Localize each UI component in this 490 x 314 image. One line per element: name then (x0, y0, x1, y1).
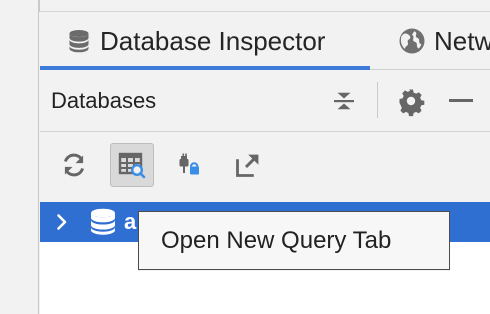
databases-panel-header: Databases (40, 70, 490, 132)
minimize-button[interactable] (444, 78, 478, 124)
tab-database-inspector[interactable]: Database Inspector (40, 12, 370, 70)
collapse-icon (332, 88, 356, 114)
top-bar-strip (39, 0, 490, 12)
tab-label: Database Inspector (100, 25, 326, 56)
database-toolbar (40, 132, 490, 202)
query-table-icon (117, 150, 147, 180)
database-icon (66, 28, 92, 54)
minimize-icon (448, 97, 474, 105)
database-inspector-window: Database Inspector Netw Databases a Open… (0, 0, 490, 314)
panel-title: Databases (51, 88, 157, 113)
database-name: a (124, 209, 137, 234)
keep-database-connections-open-button[interactable] (168, 143, 212, 187)
chevron-right-icon[interactable] (56, 213, 68, 231)
export-icon (234, 151, 262, 179)
open-new-query-tab-button[interactable] (110, 143, 154, 187)
refresh-button[interactable] (52, 143, 96, 187)
database-icon (88, 207, 118, 237)
tab-label: Netw (434, 25, 490, 56)
left-panel-strip (0, 0, 39, 314)
refresh-icon (60, 151, 88, 179)
header-separator (377, 82, 378, 118)
top-divider (39, 0, 40, 12)
tab-network[interactable]: Netw (398, 12, 490, 69)
globe-icon (398, 27, 426, 55)
tool-window-tabs: Database Inspector Netw (40, 12, 490, 70)
tooltip: Open New Query Tab (138, 211, 450, 270)
export-button[interactable] (226, 143, 270, 187)
settings-button[interactable] (394, 78, 428, 124)
collapse-all-button[interactable] (327, 78, 361, 124)
plug-lock-icon (175, 150, 205, 180)
gear-icon (398, 88, 425, 117)
